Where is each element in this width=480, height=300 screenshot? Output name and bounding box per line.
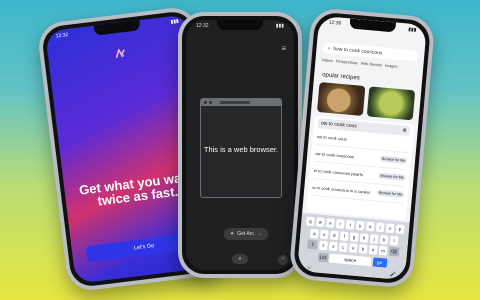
go-key[interactable]: go (372, 256, 387, 268)
key[interactable]: z (318, 240, 328, 251)
tab-videos[interactable]: Videos (321, 58, 333, 63)
key[interactable]: l (389, 235, 399, 246)
suggestion-text: ow to cook couscous (315, 150, 355, 159)
recipe-image[interactable] (366, 86, 416, 121)
recipe-image[interactable] (316, 82, 366, 116)
battery-icon: ▮▮▮ (407, 26, 417, 34)
get-arc-label: Get Arc (237, 231, 254, 237)
key[interactable]: v (348, 243, 358, 253)
backspace-key[interactable]: ⌫ (388, 246, 400, 257)
key[interactable]: r (335, 219, 345, 229)
arc-logo-icon: ✦ (230, 231, 235, 237)
phone-frame: 12:32 ▮▮▮ ≡ This is a web browser. ✦ Get… (182, 16, 298, 274)
suggestions-panel: ow to cook cous ⊗ ow to cook cous ow to … (306, 115, 415, 221)
key[interactable]: i (375, 222, 385, 233)
recipe-images (316, 82, 416, 121)
key[interactable]: q (305, 216, 316, 227)
search-query: how to cook couscous (333, 45, 383, 56)
key[interactable]: j (369, 233, 379, 244)
status-time: 12:36 (328, 19, 342, 27)
window-titlebar (201, 99, 281, 106)
status-time: 12:32 (196, 23, 209, 29)
browse-for-me-button[interactable]: Browse for Me (379, 155, 408, 164)
key[interactable]: d (329, 230, 339, 240)
key[interactable]: a (309, 228, 320, 239)
emoji-icon[interactable]: ☺ (306, 265, 312, 271)
tab-perspectives[interactable]: Perspectives (336, 59, 358, 65)
browse-for-me-button[interactable]: Browse for Me (378, 172, 406, 181)
browser-intro-text: This is a web browser. (203, 145, 279, 154)
phone-browser-intro: 12:32 ▮▮▮ ≡ This is a web browser. ✦ Get… (178, 12, 302, 278)
key[interactable]: m (378, 245, 388, 256)
key[interactable]: g (349, 231, 359, 242)
space-key[interactable]: space (328, 253, 372, 266)
suggestion-text: w to cook couscous in a cooker (312, 184, 371, 195)
battery-icon: ▮▮▮ (275, 23, 284, 29)
key[interactable]: o (385, 223, 395, 234)
status-time: 12:32 (55, 31, 69, 40)
key[interactable]: f (339, 230, 349, 241)
window-dot (204, 101, 207, 104)
tab-images[interactable]: Images (385, 64, 398, 69)
bottom-toolbar: ⌕ (190, 252, 290, 266)
key[interactable]: n (368, 245, 378, 255)
browser-window-illustration: This is a web browser. (200, 98, 282, 198)
menu-icon[interactable]: ≡ (281, 44, 286, 53)
arc-logo-icon (115, 48, 125, 58)
key[interactable]: t (345, 219, 355, 230)
search-icon: ⌕ (327, 45, 331, 52)
key[interactable]: s (319, 229, 329, 239)
key[interactable]: w (315, 217, 326, 228)
browse-for-me-button[interactable]: Browse for Me (376, 189, 405, 198)
notch (217, 20, 263, 30)
key[interactable]: h (359, 232, 369, 243)
tab-web-results[interactable]: Web Results (360, 62, 382, 68)
key[interactable]: b (358, 244, 368, 254)
window-dot (209, 101, 212, 104)
key[interactable]: y (355, 220, 365, 231)
key[interactable]: e (325, 218, 335, 228)
search-icon: ⌕ (238, 255, 242, 262)
browser-intro-screen: 12:32 ▮▮▮ ≡ This is a web browser. ✦ Get… (186, 20, 294, 270)
search-screen: 12:36 ▮▮▮ ⌕ how to cook couscous Videos … (297, 15, 427, 281)
key[interactable]: c (338, 242, 348, 253)
notch (349, 18, 397, 33)
arrow-right-icon: → (256, 231, 262, 237)
key[interactable]: u (365, 221, 375, 232)
key[interactable]: x (328, 241, 338, 252)
popular-recipes-title: opular recipes (321, 72, 360, 82)
keyboard: q w e r t y u i o p a s d f g h j k l ⇧ … (297, 213, 410, 281)
shift-key[interactable]: ⇧ (307, 239, 319, 250)
notch (93, 20, 141, 36)
battery-icon: ▮▮▮ (170, 18, 180, 26)
clear-icon[interactable]: ⊗ (402, 127, 407, 133)
suggestion-text: w to cook couscous pearls (313, 167, 364, 177)
expand-button[interactable]: ⌃ (278, 255, 288, 265)
get-arc-button[interactable]: ✦ Get Arc → (224, 228, 268, 240)
phone-search: 12:36 ▮▮▮ ⌕ how to cook couscous Videos … (288, 7, 436, 289)
phone-frame: 12:36 ▮▮▮ ⌕ how to cook couscous Videos … (292, 11, 432, 285)
key[interactable]: k (379, 234, 389, 245)
suggestion-text: ow to cook cous (316, 133, 348, 142)
key[interactable]: p (395, 224, 405, 234)
mic-icon[interactable]: 🎤 (390, 272, 397, 279)
url-bar (220, 101, 250, 104)
search-button[interactable]: ⌕ (232, 254, 248, 264)
chevron-up-icon: ⌃ (280, 257, 286, 263)
numbers-key[interactable]: 123 (317, 252, 329, 262)
